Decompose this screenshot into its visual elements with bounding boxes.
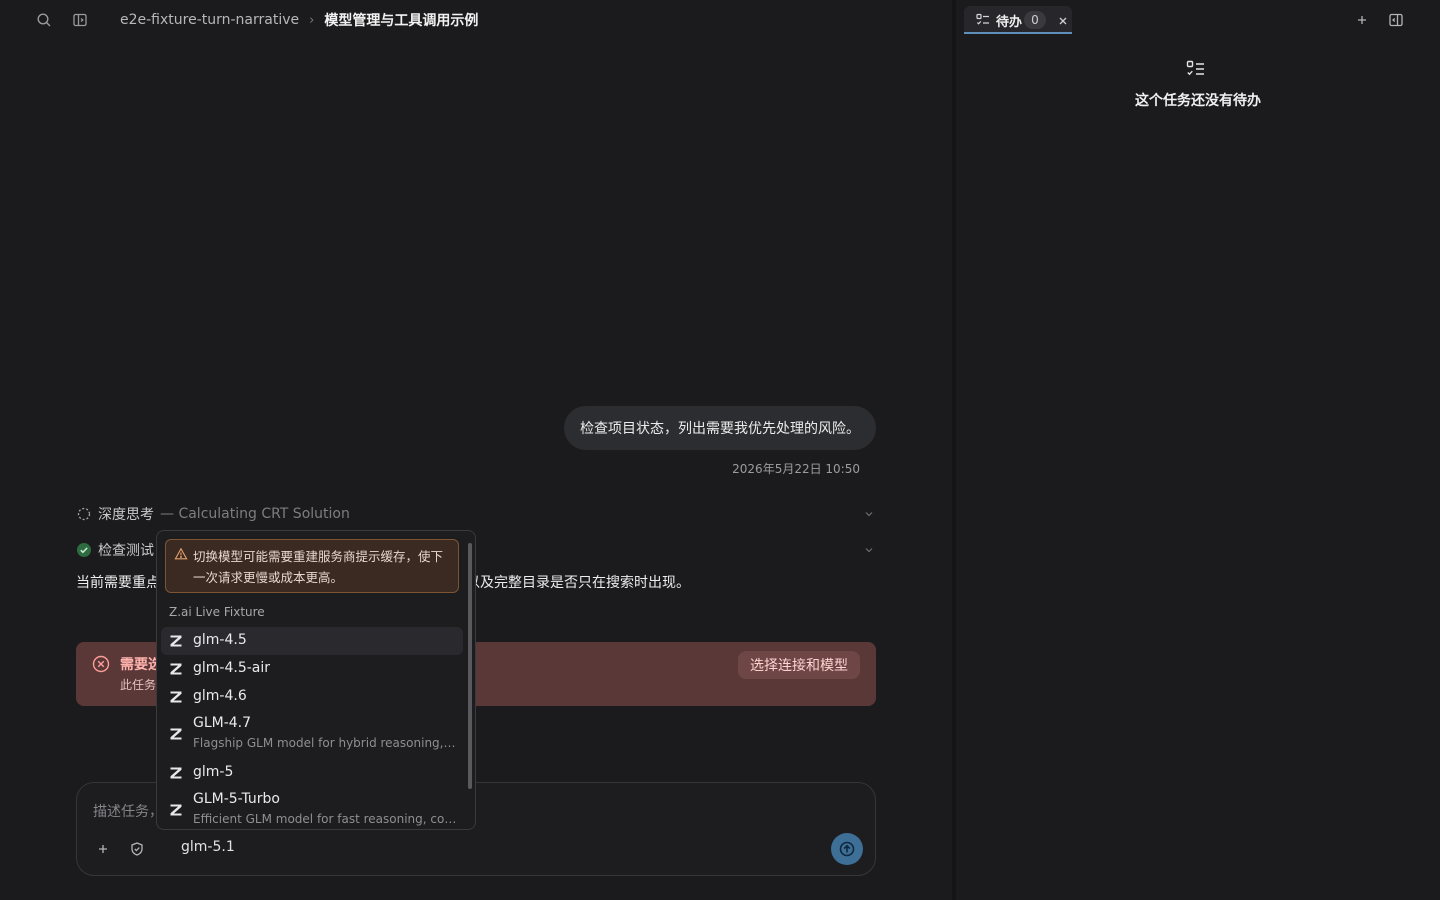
checklist-icon xyxy=(1186,60,1204,76)
zai-logo-icon xyxy=(170,728,182,740)
answer-start: 当前需要重点 xyxy=(76,575,160,591)
breadcrumb-separator: › xyxy=(309,12,315,28)
model-option[interactable]: glm-5 xyxy=(161,759,463,787)
model-selector[interactable]: glm-5.1 xyxy=(181,839,235,855)
zai-logo-icon xyxy=(170,767,182,779)
model-dropdown: 切换模型可能需要重建服务商提示缓存，使下一次请求更慢或成本更高。 Z.ai Li… xyxy=(156,530,476,830)
todo-panel xyxy=(956,0,1440,900)
select-connection-button[interactable]: 选择连接和模型 xyxy=(738,651,860,679)
model-description: Efficient GLM model for fast reasoning, … xyxy=(193,812,457,826)
plus-icon[interactable] xyxy=(1350,8,1374,32)
user-message-bubble: 检查项目状态，列出需要我优先处理的风险。 xyxy=(564,406,876,450)
tab-todo[interactable]: 待办 0 xyxy=(964,6,1072,34)
thinking-detail: — Calculating CRT Solution xyxy=(160,506,350,522)
error-title: 需要选 xyxy=(120,657,160,673)
zai-logo-icon xyxy=(170,691,182,703)
error-subtitle: 此任务 xyxy=(120,678,157,692)
plus-icon[interactable] xyxy=(91,837,115,861)
warning-triangle-icon xyxy=(174,547,188,560)
zai-logo-icon xyxy=(170,663,182,675)
model-name: glm-4.5 xyxy=(193,632,247,648)
chevron-down-icon[interactable] xyxy=(864,509,874,519)
model-option[interactable]: GLM-5-Turbo Efficient GLM model for fast… xyxy=(161,787,463,829)
zai-logo-icon xyxy=(170,635,182,647)
tab-todo-label: 待办 xyxy=(996,15,1023,30)
send-button[interactable] xyxy=(831,833,863,865)
model-option[interactable]: glm-4.6 xyxy=(161,683,463,711)
close-icon[interactable] xyxy=(1058,16,1068,26)
error-circle-icon xyxy=(92,655,110,673)
model-name: GLM-5-Turbo xyxy=(193,791,280,807)
model-name: glm-4.6 xyxy=(193,688,247,704)
thinking-spinner-icon xyxy=(77,507,91,521)
dropdown-scrollbar[interactable] xyxy=(468,543,472,789)
model-name: GLM-4.7 xyxy=(193,715,252,731)
todo-count-badge: 0 xyxy=(1024,11,1046,29)
todo-empty-message: 这个任务还没有待办 xyxy=(1135,93,1261,109)
tool-label: 检查测试 xyxy=(98,543,154,559)
chevron-down-icon[interactable] xyxy=(864,545,874,555)
provider-group-label: Z.ai Live Fixture xyxy=(169,605,265,619)
page-title: 模型管理与工具调用示例 xyxy=(324,13,479,29)
cache-warning-text: 切换模型可能需要重建服务商提示缓存，使下一次请求更慢或成本更高。 xyxy=(193,549,444,585)
sidebar-toggle-icon[interactable] xyxy=(68,8,92,32)
thinking-label: 深度思考 xyxy=(98,507,154,523)
model-option[interactable]: glm-4.5 xyxy=(161,627,463,655)
composer-input[interactable]: 描述任务， xyxy=(93,801,163,821)
model-name: glm-5 xyxy=(193,764,234,780)
check-circle-icon xyxy=(77,543,91,557)
breadcrumb-project[interactable]: e2e-fixture-turn-narrative xyxy=(120,12,299,28)
message-timestamp: 2026年5月22日 10:50 xyxy=(732,462,860,476)
model-option[interactable]: GLM-4.7 Flagship GLM model for hybrid re… xyxy=(161,711,463,757)
main-panel: e2e-fixture-turn-narrative › 模型管理与工具调用示例… xyxy=(0,0,952,900)
tool-row[interactable]: 检查测试 xyxy=(76,540,154,560)
zai-logo-icon xyxy=(170,804,182,816)
model-description: Flagship GLM model for hybrid reasoning,… xyxy=(193,736,457,750)
cache-warning: 切换模型可能需要重建服务商提示缓存，使下一次请求更慢或成本更高。 xyxy=(165,539,459,593)
model-option[interactable]: glm-4.5-air xyxy=(161,655,463,683)
checklist-icon xyxy=(976,13,989,25)
shield-check-icon[interactable] xyxy=(125,837,149,861)
breadcrumb: e2e-fixture-turn-narrative › 模型管理与工具调用示例 xyxy=(120,10,478,30)
user-message-text: 检查项目状态，列出需要我优先处理的风险。 xyxy=(580,421,860,437)
answer-end: 以及完整目录是否只在搜索时出现。 xyxy=(466,575,690,591)
model-name: glm-4.5-air xyxy=(193,660,271,676)
collapse-panel-icon[interactable] xyxy=(1384,8,1408,32)
arrow-up-icon xyxy=(839,841,855,857)
thinking-row[interactable]: 深度思考 — Calculating CRT Solution xyxy=(76,504,350,524)
search-icon[interactable] xyxy=(32,8,56,32)
